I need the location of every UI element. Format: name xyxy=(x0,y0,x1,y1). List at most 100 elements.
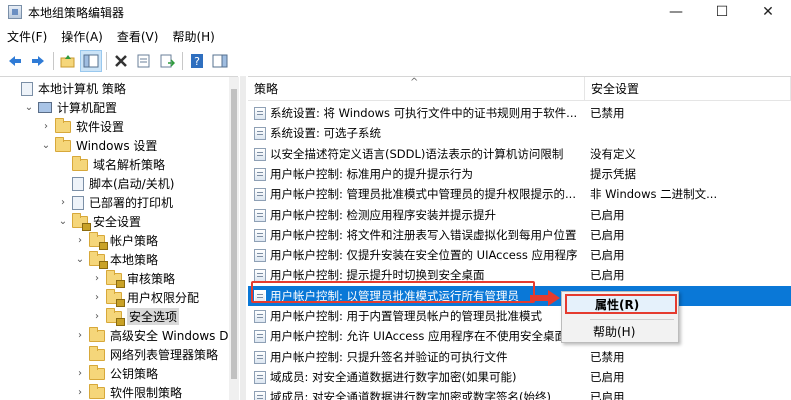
chevron-down-icon[interactable]: ⌄ xyxy=(74,254,86,266)
column-header-policy-label: 策略 xyxy=(254,82,279,96)
tree-item[interactable]: 域名解析策略 xyxy=(57,155,165,174)
chevron-right-icon[interactable]: › xyxy=(74,387,86,399)
tree-item[interactable]: ⌄ 安全设置 xyxy=(57,212,141,231)
show-pane-icon[interactable] xyxy=(209,50,231,72)
tree-scrollbar-thumb[interactable] xyxy=(231,89,237,379)
pane-splitter[interactable] xyxy=(240,76,246,400)
red-arrow-icon xyxy=(530,290,560,306)
tree-item[interactable]: › 软件限制策略 xyxy=(74,383,182,400)
tree-item[interactable]: › 帐户策略 xyxy=(74,231,158,250)
tree-item[interactable]: 网络列表管理器策略 xyxy=(74,345,218,364)
column-header-policy[interactable]: 策略 ^ xyxy=(248,77,585,101)
tree-item[interactable]: ⌄ 本地策略 xyxy=(74,250,158,269)
policy-name: 用户帐户控制: 只提升签名并验证的可执行文件 xyxy=(270,350,508,364)
chevron-right-icon[interactable]: › xyxy=(91,311,103,323)
table-row[interactable]: 域成员: 对安全通道数据进行数字加密(如果可能) 已启用 xyxy=(248,367,791,387)
properties-icon[interactable] xyxy=(133,50,155,72)
secure-folder-icon xyxy=(106,288,125,307)
forward-arrow-icon[interactable] xyxy=(27,50,49,72)
tree-item[interactable]: 脚本(启动/关机) xyxy=(57,174,174,193)
window-title: 本地组策略编辑器 xyxy=(28,5,125,20)
policy-cell: 用户帐户控制: 仅提升安装在安全位置的 UIAccess 应用程序 xyxy=(254,247,584,263)
tree-item[interactable]: › 软件设置 xyxy=(40,117,124,136)
tree-item-label: 域名解析策略 xyxy=(93,158,166,172)
tree-item[interactable]: › 已部署的打印机 xyxy=(57,193,173,212)
chevron-down-icon[interactable]: ⌄ xyxy=(57,216,69,228)
tree-item[interactable]: ⌄ Windows 设置 xyxy=(40,136,157,155)
back-arrow-icon[interactable] xyxy=(4,50,26,72)
chevron-right-icon[interactable]: › xyxy=(57,197,69,209)
table-row[interactable]: 系统设置: 可选子系统 xyxy=(248,123,791,143)
tree-item[interactable]: › 公钥策略 xyxy=(74,364,158,383)
toolbar-separator xyxy=(106,52,107,70)
policy-setting-icon xyxy=(254,106,266,120)
toolbar-separator xyxy=(53,52,54,70)
security-setting-value: 已启用 xyxy=(590,370,625,384)
table-row[interactable]: 用户帐户控制: 仅提升安装在安全位置的 UIAccess 应用程序 已启用 xyxy=(248,245,791,265)
up-folder-icon[interactable] xyxy=(57,50,79,72)
minimize-button[interactable]: — xyxy=(653,0,699,24)
menu-help[interactable]: 帮助(H) xyxy=(165,28,221,45)
menu-action[interactable]: 操作(A) xyxy=(54,28,110,45)
policy-name: 用户帐户控制: 允许 UIAccess 应用程序在不使用安全桌面... xyxy=(270,329,577,343)
menu-file[interactable]: 文件(F) xyxy=(0,28,54,45)
policy-cell: 用户帐户控制: 用于内置管理员帐户的管理员批准模式 xyxy=(254,308,584,324)
close-button[interactable]: ✕ xyxy=(745,0,791,24)
chevron-right-icon[interactable]: › xyxy=(91,273,103,285)
tree-item[interactable]: › 用户权限分配 xyxy=(91,288,199,307)
tree-item-label: 安全设置 xyxy=(93,215,142,229)
policy-cell: 用户帐户控制: 检测应用程序安装并提示提升 xyxy=(254,207,584,223)
tree-item-label: 软件限制策略 xyxy=(110,386,183,400)
table-row[interactable]: 用户帐户控制: 将文件和注册表写入错误虚拟化到每用户位置 已启用 xyxy=(248,225,791,245)
context-menu-properties[interactable]: 属性(R) xyxy=(565,294,677,314)
policy-list: 策略 ^ 安全设置 系统设置: 将 Windows 可执行文件中的证书规则用于软… xyxy=(248,76,791,400)
policy-cell: 用户帐户控制: 将文件和注册表写入错误虚拟化到每用户位置 xyxy=(254,227,584,243)
table-row[interactable]: 用户帐户控制: 允许 UIAccess 应用程序在不使用安全桌面... xyxy=(248,326,791,346)
table-row[interactable]: 用户帐户控制: 标准用户的提升提示行为 提示凭据 xyxy=(248,164,791,184)
tree-item-label: 已部署的打印机 xyxy=(89,196,174,210)
security-setting-value: 已启用 xyxy=(590,268,625,282)
maximize-button[interactable]: ☐ xyxy=(699,0,745,24)
chevron-down-icon[interactable]: ⌄ xyxy=(23,102,35,114)
table-row[interactable]: 用户帐户控制: 用于内置管理员帐户的管理员批准模式 xyxy=(248,306,791,326)
chevron-right-icon[interactable]: › xyxy=(74,330,86,342)
policy-setting-icon xyxy=(254,208,266,222)
policy-cell: 系统设置: 可选子系统 xyxy=(254,125,584,141)
tree-item-label: 审核策略 xyxy=(127,272,176,286)
tree-item-label: 高级安全 Windows Defe xyxy=(110,329,238,343)
policy-name: 用户帐户控制: 用于内置管理员帐户的管理员批准模式 xyxy=(270,309,543,323)
chevron-right-icon[interactable]: › xyxy=(74,235,86,247)
tree-item[interactable]: › 高级安全 Windows Defe xyxy=(74,326,238,345)
policy-document-icon xyxy=(21,81,33,96)
policy-setting-icon xyxy=(254,370,266,384)
chevron-right-icon[interactable]: › xyxy=(40,121,52,133)
security-setting-value: 已启用 xyxy=(590,228,625,242)
folder-icon xyxy=(55,117,71,133)
folder-icon xyxy=(89,383,105,399)
tree-item[interactable]: 本地计算机 策略 xyxy=(6,79,126,98)
menu-view[interactable]: 查看(V) xyxy=(110,28,166,45)
table-row[interactable]: 域成员: 对安全通道数据进行数字加密或数字签名(始终) 已启用 xyxy=(248,387,791,400)
export-list-icon[interactable] xyxy=(156,50,178,72)
chevron-right-icon[interactable]: › xyxy=(91,292,103,304)
tree-scrollbar[interactable] xyxy=(229,77,239,400)
security-setting-value: 已启用 xyxy=(590,208,625,222)
chevron-down-icon[interactable]: ⌄ xyxy=(40,140,52,152)
tree-item[interactable]: › 安全选项 xyxy=(91,307,180,326)
policy-name: 系统设置: 将 Windows 可执行文件中的证书规则用于软件... xyxy=(270,106,578,120)
table-row[interactable]: 用户帐户控制: 只提升签名并验证的可执行文件 已禁用 xyxy=(248,347,791,367)
tree-item-label: 计算机配置 xyxy=(57,101,118,115)
context-menu-help[interactable]: 帮助(H) xyxy=(565,321,677,341)
delete-icon[interactable] xyxy=(110,50,132,72)
table-row[interactable]: 以安全描述符定义语言(SDDL)语法表示的计算机访问限制 没有定义 xyxy=(248,144,791,164)
table-row[interactable]: 用户帐户控制: 管理员批准模式中管理员的提升权限提示的... 非 Windows … xyxy=(248,184,791,204)
table-row[interactable]: 系统设置: 将 Windows 可执行文件中的证书规则用于软件... 已禁用 xyxy=(248,103,791,123)
show-hide-tree-icon[interactable] xyxy=(80,50,102,72)
tree-item-label: 安全选项 xyxy=(127,308,180,325)
table-row[interactable]: 用户帐户控制: 检测应用程序安装并提示提升 已启用 xyxy=(248,205,791,225)
chevron-right-icon[interactable]: › xyxy=(74,368,86,380)
column-header-setting[interactable]: 安全设置 xyxy=(585,77,791,101)
tree-item[interactable]: › 审核策略 xyxy=(91,269,175,288)
tree-item[interactable]: ⌄ 计算机配置 xyxy=(23,98,117,117)
help-icon[interactable]: ? xyxy=(186,50,208,72)
